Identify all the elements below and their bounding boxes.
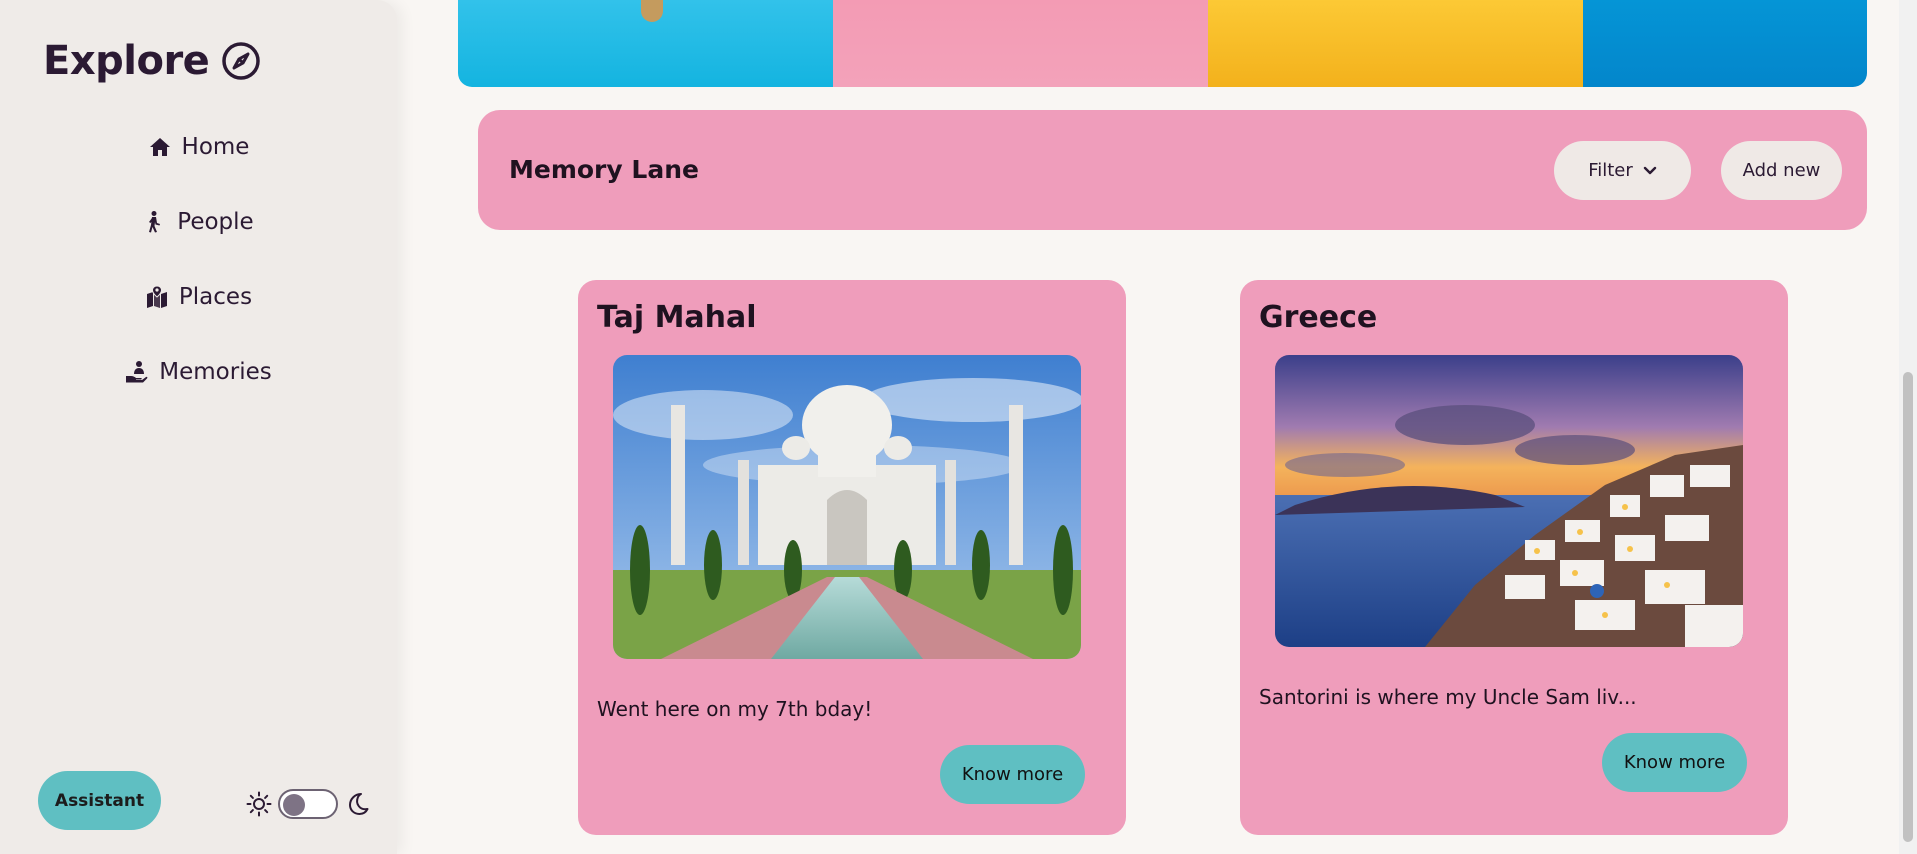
hand-holding-person-icon xyxy=(126,361,148,383)
greece-image xyxy=(1275,355,1743,647)
taj-mahal-image xyxy=(613,355,1081,659)
filter-button[interactable]: Filter xyxy=(1554,141,1691,200)
sidebar-item-places[interactable]: Places xyxy=(0,277,397,317)
banner-strip-blue xyxy=(458,0,833,87)
sidebar-item-label: Home xyxy=(181,134,250,160)
sidebar-item-people[interactable]: People xyxy=(0,202,397,242)
card-title: Greece xyxy=(1259,300,1378,335)
sun-icon xyxy=(246,791,272,817)
know-more-button[interactable]: Know more xyxy=(1602,733,1747,792)
add-new-button[interactable]: Add new xyxy=(1721,141,1842,200)
sidebar-item-label: Places xyxy=(178,284,253,310)
banner-strip-pink xyxy=(833,0,1208,87)
theme-switcher xyxy=(246,789,370,819)
filter-label: Filter xyxy=(1588,160,1633,181)
memory-card: Taj Mahal Went here on my 7th bday! Know… xyxy=(578,280,1126,835)
compass-icon xyxy=(222,42,261,80)
top-banner-image xyxy=(458,0,1867,87)
card-description: Santorini is where my Uncle Sam liv... xyxy=(1259,685,1637,709)
sidebar: Explore Home People Places Memories Assi… xyxy=(0,0,397,854)
sidebar-item-home[interactable]: Home xyxy=(0,127,397,167)
memory-card: Greece Santorini is where my Uncle Sam l… xyxy=(1240,280,1788,835)
banner-strip-yellow xyxy=(1208,0,1583,87)
sidebar-item-memories[interactable]: Memories xyxy=(0,352,397,392)
moon-icon xyxy=(349,793,369,815)
banner-cone-shape xyxy=(641,0,663,22)
home-icon xyxy=(149,138,170,156)
chevron-down-icon xyxy=(1643,166,1656,174)
toggle-knob xyxy=(283,794,305,816)
sidebar-item-label: People xyxy=(177,209,254,235)
page-title: Memory Lane xyxy=(509,155,699,184)
know-more-button[interactable]: Know more xyxy=(940,745,1085,804)
map-location-icon xyxy=(146,285,167,308)
banner-strip-darkblue xyxy=(1583,0,1867,87)
person-walking-icon xyxy=(149,211,161,233)
sidebar-item-label: Memories xyxy=(159,359,272,385)
brand-title: Explore xyxy=(43,38,210,84)
brand[interactable]: Explore xyxy=(43,38,261,84)
scrollbar-thumb[interactable] xyxy=(1903,372,1913,842)
memory-lane-header: Memory Lane Filter Add new xyxy=(478,110,1867,230)
card-description: Went here on my 7th bday! xyxy=(597,697,873,721)
assistant-button[interactable]: Assistant xyxy=(38,771,161,830)
card-title: Taj Mahal xyxy=(597,300,757,335)
theme-toggle[interactable] xyxy=(278,789,338,819)
page-scrollbar[interactable] xyxy=(1899,0,1917,854)
